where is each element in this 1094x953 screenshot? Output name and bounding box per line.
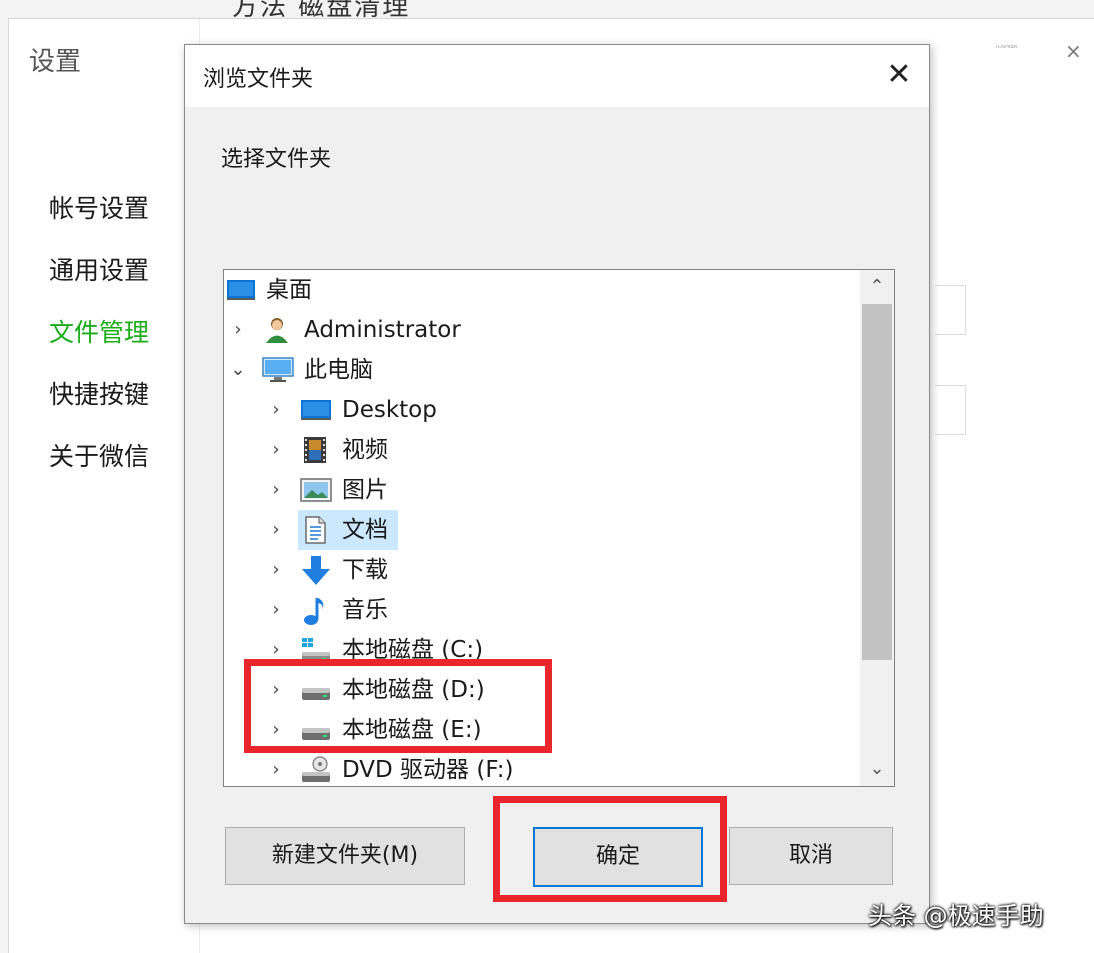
dialog-title: 浏览文件夹 [203, 67, 314, 92]
tree-item-videos[interactable]: › 视频 [224, 430, 860, 470]
background-top-text: 方法 磁盘清理 [232, 0, 411, 18]
tree-item-label: 视频 [342, 437, 388, 463]
minimize-button[interactable]: TOSHIBA [995, 45, 1017, 49]
download-icon [300, 556, 330, 585]
desktop-icon [300, 396, 331, 424]
chevron-right-icon[interactable]: › [266, 390, 286, 430]
watermark: 头条 @极速手助 [868, 902, 1044, 930]
settings-field-2[interactable] [935, 385, 966, 435]
tree-item-label: 此电脑 [304, 357, 373, 383]
tree-item-label: 下载 [342, 557, 388, 583]
tree-item-dvd-f[interactable]: › DVD 驱动器 (F:) [224, 750, 860, 786]
dialog-titlebar: 浏览文件夹 ✕ [185, 45, 929, 107]
user-icon [262, 316, 292, 344]
tree-item-label: 桌面 [266, 277, 312, 303]
settings-field-1[interactable] [935, 285, 966, 335]
chevron-right-icon[interactable]: › [228, 310, 248, 350]
highlight-box-ok [493, 796, 727, 902]
tree-item-label: Desktop [342, 397, 437, 423]
tree-item-label: Administrator [304, 317, 461, 343]
chevron-up-icon[interactable]: ⌃ [860, 270, 894, 304]
music-icon [300, 596, 330, 625]
tree-item-label: 文档 [342, 517, 388, 543]
tree-item-desktop[interactable]: › Desktop [224, 390, 860, 430]
nav-item-general[interactable]: 通用设置 [49, 251, 149, 313]
highlight-box-drives [244, 659, 552, 753]
dialog-description: 选择文件夹 [221, 147, 332, 172]
settings-title: 设置 [29, 47, 82, 77]
browse-folder-dialog: 浏览文件夹 ✕ 选择文件夹 桌面 › Administrator ⌄ 此电脑 ›… [184, 44, 930, 924]
scrollbar-thumb[interactable] [862, 304, 892, 660]
chevron-right-icon[interactable]: › [266, 550, 286, 590]
nav-item-shortcuts[interactable]: 快捷按键 [49, 375, 149, 437]
settings-nav: 帐号设置 通用设置 文件管理 快捷按键 关于微信 [49, 189, 149, 499]
video-icon [300, 436, 330, 464]
tree-item-administrator[interactable]: › Administrator [224, 310, 860, 350]
chevron-right-icon[interactable]: › [266, 510, 286, 550]
picture-icon [300, 476, 332, 504]
tree-item-desktop-root[interactable]: 桌面 [224, 270, 860, 310]
new-folder-button[interactable]: 新建文件夹(M) [225, 827, 465, 885]
tree-item-label: 音乐 [342, 597, 388, 623]
dialog-close-button[interactable]: ✕ [881, 57, 917, 93]
chevron-down-icon[interactable]: ⌄ [860, 752, 894, 786]
tree-item-downloads[interactable]: › 下载 [224, 550, 860, 590]
chevron-right-icon[interactable]: › [266, 750, 286, 786]
tree-item-this-pc[interactable]: ⌄ 此电脑 [224, 350, 860, 390]
cancel-button[interactable]: 取消 [729, 827, 893, 885]
chevron-right-icon[interactable]: › [266, 430, 286, 470]
desktop-icon [226, 276, 256, 304]
dvd-drive-icon [300, 756, 330, 784]
tree-scrollbar[interactable]: ⌃ ⌄ [860, 270, 894, 786]
tree-item-music[interactable]: › 音乐 [224, 590, 860, 630]
nav-item-file-management[interactable]: 文件管理 [49, 313, 149, 375]
nav-item-about[interactable]: 关于微信 [49, 437, 149, 499]
document-icon [300, 516, 330, 544]
tree-item-pictures[interactable]: › 图片 [224, 470, 860, 510]
tree-item-label: DVD 驱动器 (F:) [342, 757, 514, 783]
nav-item-account[interactable]: 帐号设置 [49, 189, 149, 251]
settings-close-button[interactable]: × [1065, 39, 1082, 63]
computer-icon [262, 356, 294, 384]
chevron-down-icon[interactable]: ⌄ [228, 350, 248, 390]
background-top-strip: 方法 磁盘清理 [0, 0, 1094, 18]
tree-item-label: 图片 [342, 477, 388, 503]
tree-item-documents[interactable]: › 文档 [224, 510, 860, 550]
chevron-right-icon[interactable]: › [266, 470, 286, 510]
chevron-right-icon[interactable]: › [266, 590, 286, 630]
